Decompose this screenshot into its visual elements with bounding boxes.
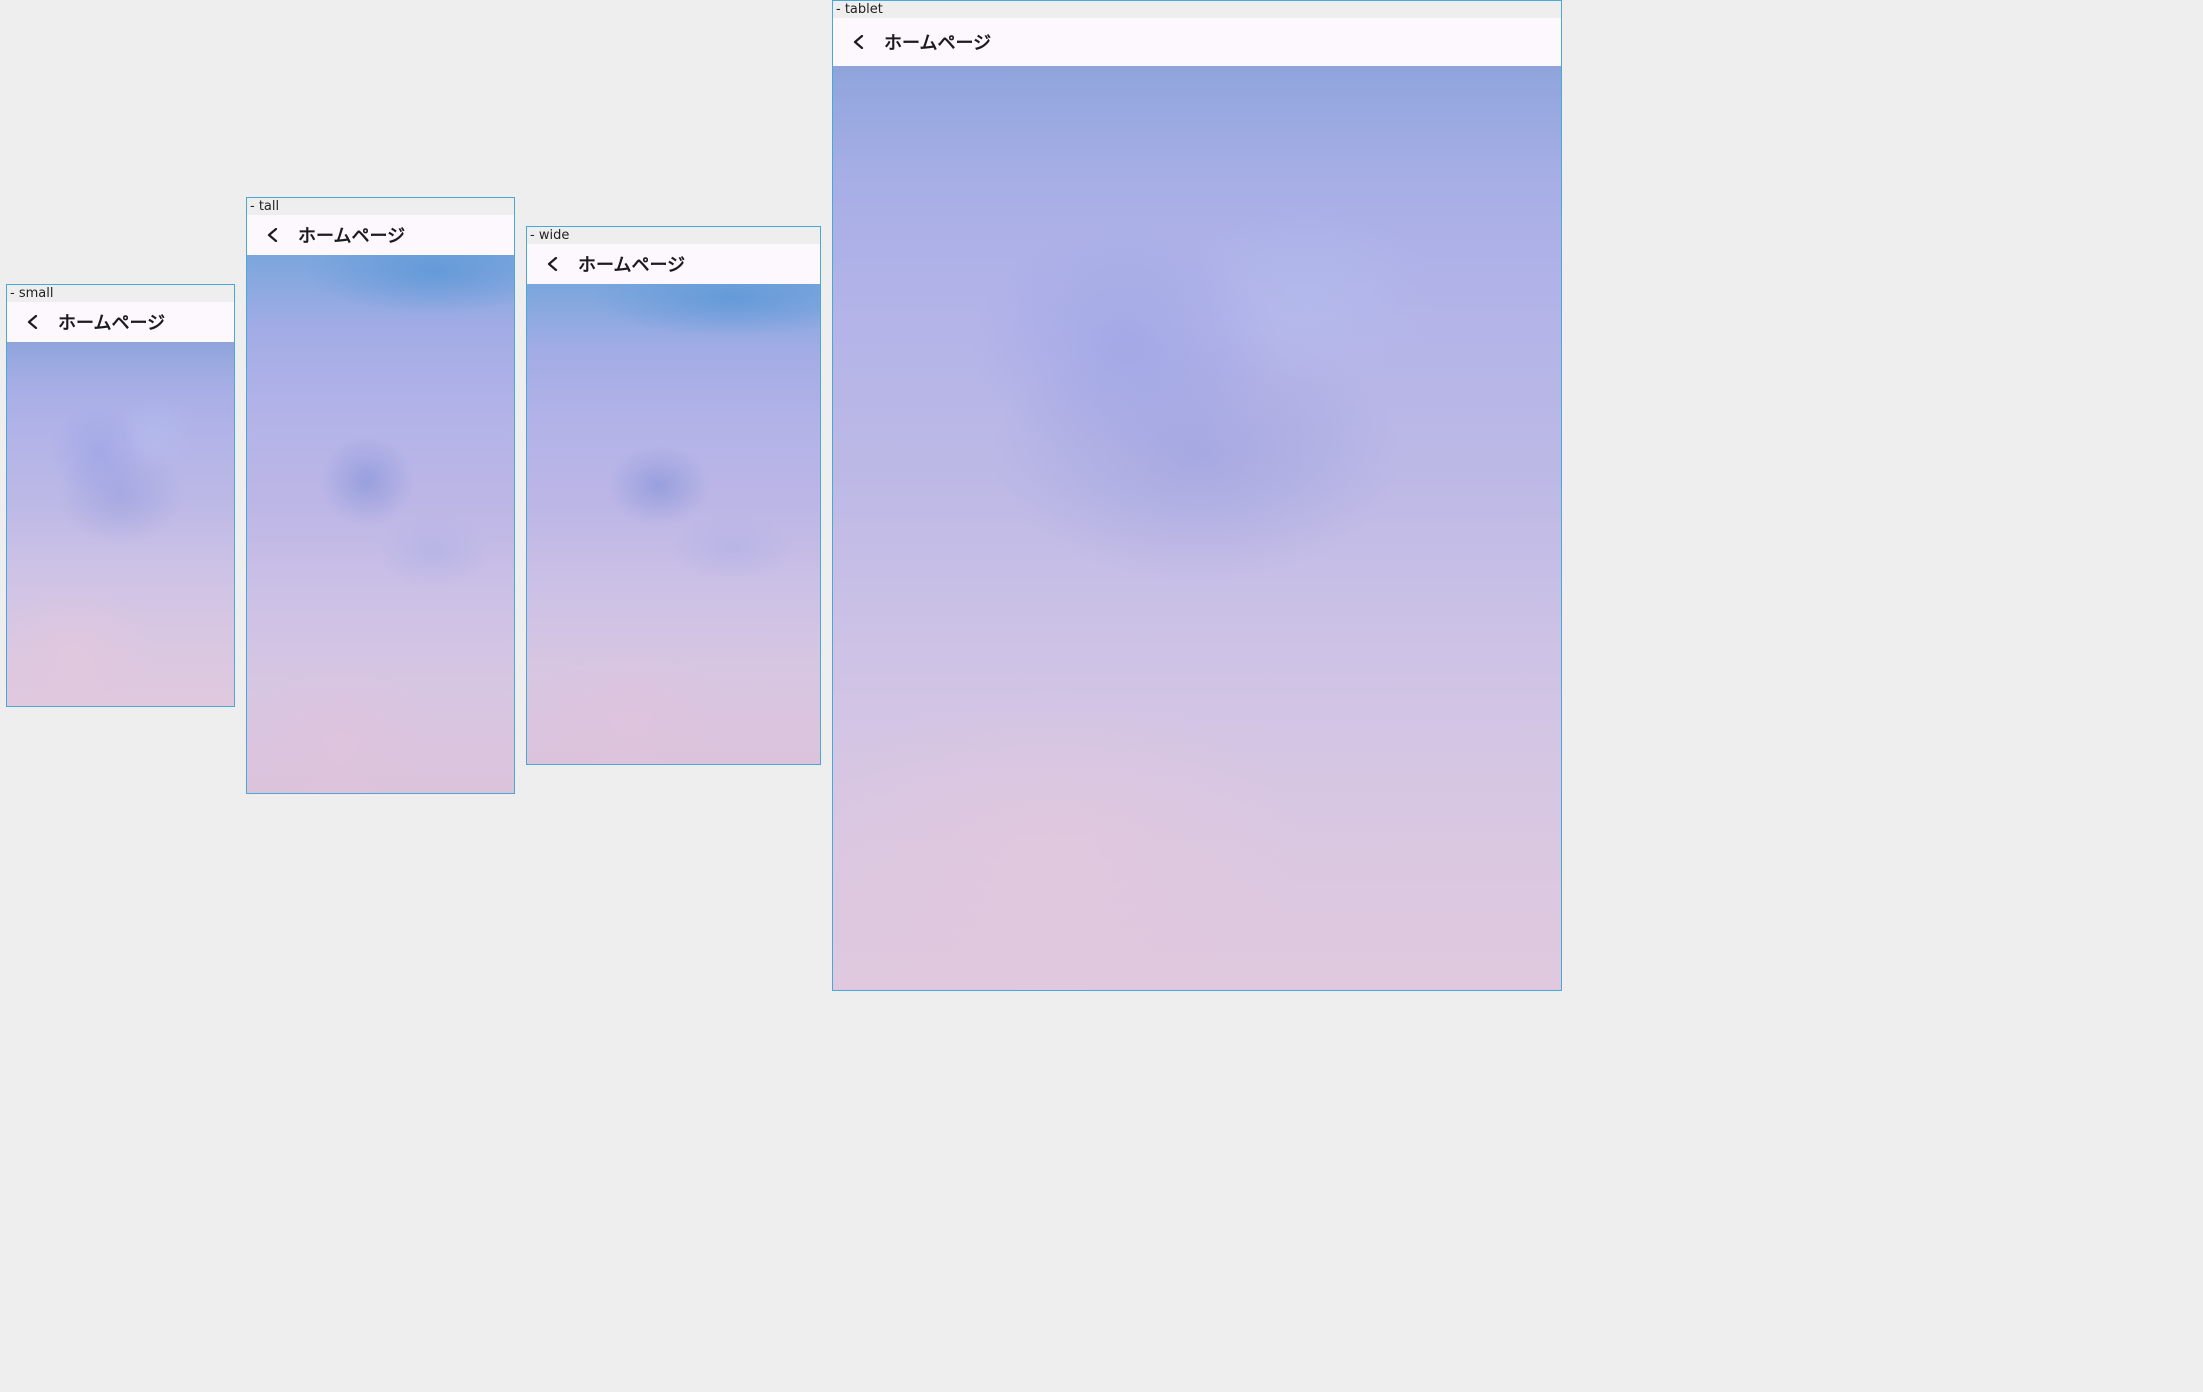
app-bar: ホームページ (247, 215, 514, 255)
device-label: - tablet (836, 2, 883, 17)
app-bar: ホームページ (527, 244, 820, 284)
background-image (833, 66, 1561, 990)
page-title: ホームページ (884, 33, 992, 54)
chevron-left-icon[interactable] (852, 35, 866, 49)
app-bar: ホームページ (833, 18, 1561, 66)
chevron-left-icon[interactable] (266, 228, 280, 242)
background-image (527, 284, 820, 764)
device-label: - tall (250, 199, 280, 214)
device-preview-small: - small ホームページ (6, 284, 235, 707)
app-bar: ホームページ (7, 302, 234, 342)
chevron-left-icon[interactable] (546, 257, 560, 271)
page-title: ホームページ (298, 226, 406, 247)
chevron-left-icon[interactable] (26, 315, 40, 329)
device-label: - wide (530, 228, 570, 243)
page-title: ホームページ (578, 255, 686, 276)
device-label: - small (10, 286, 54, 301)
page-title: ホームページ (58, 313, 166, 334)
device-preview-wide: - wide ホームページ (526, 226, 821, 765)
background-image (247, 255, 514, 793)
background-image (7, 342, 234, 706)
device-preview-tall: - tall ホームページ (246, 197, 515, 794)
device-preview-tablet: - tablet ホームページ (832, 0, 1562, 991)
